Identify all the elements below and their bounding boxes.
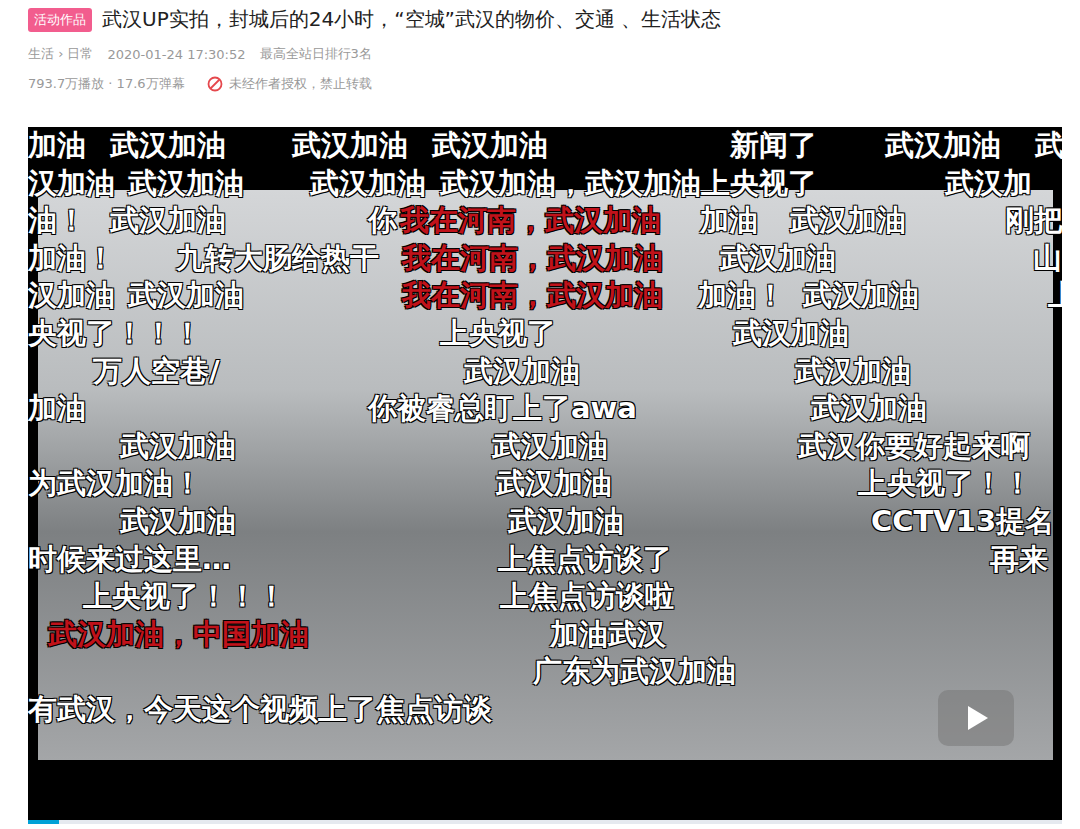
danmaku-comment: 武汉加油，中国加油	[48, 616, 309, 653]
danmaku-comment: 你被睿总盯上了awa	[368, 390, 637, 427]
copyright-note: 未经作者授权，禁止转载	[207, 75, 372, 93]
publish-date: 2020-01-24 17:30:52	[107, 47, 245, 62]
category[interactable]: 生活 › 日常	[28, 45, 93, 63]
danmaku-comment: 上焦点访谈啦	[500, 578, 674, 615]
danmaku-comment: 加油	[28, 127, 86, 164]
danmaku-comment: 时候来过这里…	[28, 541, 231, 578]
danmaku-comment: CCTV13提名！	[871, 503, 1062, 540]
danmaku-comment: 为武汉加油！	[28, 465, 202, 502]
play-icon[interactable]	[938, 690, 1014, 746]
danmaku-comment: 上央视了！！	[858, 465, 1032, 502]
danmaku-comment: 加油武汉	[550, 616, 666, 653]
danmaku-comment: 武汉加油	[790, 202, 906, 239]
danmaku-comment: 我在河南，武汉加油	[402, 240, 663, 277]
danmaku-comment: 广东为武汉加油	[533, 653, 736, 690]
danmaku-comment: 武汉加油	[885, 127, 1001, 164]
danmaku-comment: 武汉你要好起来啊	[798, 428, 1030, 465]
danmaku-comment: 武	[1035, 127, 1062, 164]
video-title: 武汉UP实拍，封城后的24小时，“空城”武汉的物价、交通 、生活状态	[102, 6, 721, 33]
danmaku-comment: 武汉加油	[120, 503, 236, 540]
danmaku-comment: 加油！	[698, 277, 785, 314]
danmaku-comment: 汉加油	[28, 165, 115, 202]
danmaku-comment: 武汉加	[945, 165, 1032, 202]
copyright-text: 未经作者授权，禁止转载	[229, 75, 372, 93]
activity-badge[interactable]: 活动作品	[28, 8, 92, 32]
danmaku-comment: 加油	[700, 202, 758, 239]
danmaku-comment: 我在河南，武汉加油	[400, 202, 661, 239]
danmaku-comment: 山	[1033, 240, 1062, 277]
danmaku-comment: 你	[368, 202, 397, 239]
danmaku-comment: 新闻了	[730, 127, 817, 164]
danmaku-comment: 武汉加油	[128, 165, 244, 202]
prohibit-icon	[207, 76, 223, 92]
meta-row: 生活 › 日常 2020-01-24 17:30:52 最高全站日排行3名	[28, 45, 1062, 63]
danmaku-comment: 武汉加油	[803, 277, 919, 314]
danmaku-comment: 武汉加油	[464, 353, 580, 390]
danmaku-comment: 万人空巷/	[93, 353, 220, 390]
danmaku-comment: 央视了！！！	[28, 315, 202, 352]
danmaku-comment: 汉加油	[28, 277, 115, 314]
play-stats: 793.7万播放 · 17.6万弹幕	[28, 75, 185, 93]
danmaku-comment: 加油！	[28, 240, 115, 277]
danmaku-comment: 上	[1048, 277, 1062, 314]
danmaku-comment: 武汉加油	[733, 315, 849, 352]
danmaku-comment: 油！	[28, 202, 86, 239]
video-player[interactable]: 加油武汉加油武汉加油武汉加油新闻了武汉加油武汉加油武汉加油武汉加油武汉加油，武汉…	[28, 127, 1062, 820]
danmaku-comment: 武汉加油	[128, 277, 244, 314]
danmaku-comment: 武汉加油	[492, 428, 608, 465]
danmaku-comment: 武汉加油	[432, 127, 548, 164]
danmaku-comment: 武汉加油	[110, 202, 226, 239]
danmaku-comment: 武汉加油，武汉加油上央视了	[440, 165, 817, 202]
danmaku-comment: 武汉加油	[110, 127, 226, 164]
danmaku-comment: 武汉加油	[795, 353, 911, 390]
danmaku-layer: 加油武汉加油武汉加油武汉加油新闻了武汉加油武汉加油武汉加油武汉加油武汉加油，武汉…	[28, 127, 1062, 820]
danmaku-comment: 我在河南，武汉加油	[402, 277, 663, 314]
danmaku-comment: 武汉加油	[508, 503, 624, 540]
danmaku-comment: 上焦点访谈了	[498, 541, 672, 578]
danmaku-comment: 刚把	[1005, 202, 1062, 239]
video-page: 活动作品武汉UP实拍，封城后的24小时，“空城”武汉的物价、交通 、生活状态生活…	[0, 0, 1080, 829]
video-header: 活动作品武汉UP实拍，封城后的24小时，“空城”武汉的物价、交通 、生活状态生活…	[28, 0, 1062, 127]
danmaku-comment: 再来	[990, 541, 1048, 578]
danmaku-comment: 加油	[28, 390, 86, 427]
danmaku-comment: 武汉加油	[720, 240, 836, 277]
danmaku-comment: 上央视了！！！	[83, 578, 286, 615]
stats-row: 793.7万播放 · 17.6万弹幕 未经作者授权，禁止转载	[28, 75, 1062, 93]
danmaku-comment: 武汉加油	[496, 465, 612, 502]
danmaku-comment: 上央视了	[440, 315, 556, 352]
danmaku-comment: 九转大肠给热干	[176, 240, 379, 277]
rank[interactable]: 最高全站日排行3名	[260, 45, 372, 63]
danmaku-comment: 武汉加油	[811, 390, 927, 427]
danmaku-comment: 有武汉，今天这个视频上了焦点访谈	[28, 691, 492, 728]
progress-fill	[28, 820, 59, 824]
danmaku-comment: 武汉加油	[120, 428, 236, 465]
progress-bar[interactable]	[28, 820, 1062, 824]
danmaku-comment: 武汉加油	[292, 127, 408, 164]
danmaku-comment: 武汉加油	[310, 165, 426, 202]
title-row: 活动作品武汉UP实拍，封城后的24小时，“空城”武汉的物价、交通 、生活状态	[28, 6, 1062, 33]
